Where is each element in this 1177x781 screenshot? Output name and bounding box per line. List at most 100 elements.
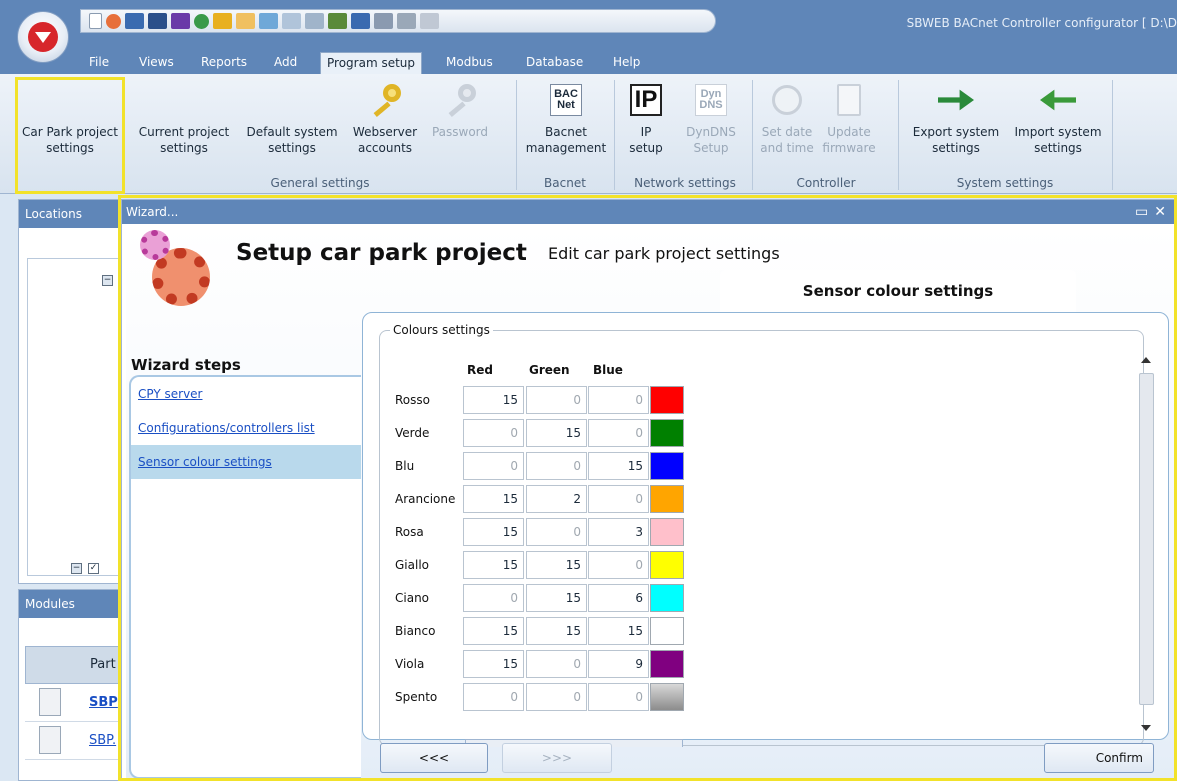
colour-swatch [650,419,684,447]
tree-collapse-icon[interactable]: − [71,563,82,574]
wizard-body: Setup car park project Edit car park pro… [126,226,1174,779]
menu-file[interactable]: File [83,52,115,74]
confirm-button[interactable]: Confirm [1044,743,1154,773]
app-logo-icon[interactable] [17,11,69,63]
colour-g-input[interactable]: 15 [526,617,587,645]
colour-r-input[interactable]: 15 [463,485,524,513]
column-header-part[interactable]: Part [90,657,116,672]
set-date-time-button[interactable]: Set date and time [758,80,816,156]
refresh-icon[interactable] [194,13,209,29]
colour-b-input[interactable]: 3 [588,518,649,546]
colour-r-input[interactable]: 0 [463,452,524,480]
window-title: SBWEB BACnet Controller configurator [ D… [906,16,1177,30]
colour-b-input[interactable]: 0 [588,386,649,414]
menu-database[interactable]: Database [520,52,589,74]
colour-name-label: Rosso [395,393,430,407]
table-row[interactable]: SBP. [25,722,122,760]
colour-b-input[interactable]: 15 [588,452,649,480]
module-link[interactable]: SBP [89,695,118,710]
colour-g-input[interactable]: 0 [526,386,587,414]
import-system-settings-button[interactable]: Import system settings [1008,80,1108,156]
dyndns-setup-button[interactable]: Dyn DNS DynDNS Setup [678,80,744,156]
colour-r-input[interactable]: 15 [463,386,524,414]
forward-icon[interactable] [213,13,232,29]
ip-icon: IP [630,84,662,116]
colour-g-input[interactable]: 15 [526,551,587,579]
topology-icon[interactable] [328,13,347,29]
colour-g-input[interactable]: 2 [526,485,587,513]
menu-views[interactable]: Views [133,52,180,74]
topology-blue-icon[interactable] [351,13,370,29]
step-sensor-colour-settings[interactable]: Sensor colour settings [131,445,361,479]
menu-help[interactable]: Help [607,52,646,74]
tree-icon[interactable] [282,13,301,29]
menu-add[interactable]: Add [268,52,303,74]
colour-g-input[interactable]: 15 [526,419,587,447]
default-system-settings-button[interactable]: Default system settings [240,80,344,156]
update-firmware-button[interactable]: Update firmware [816,80,882,156]
colour-b-input[interactable]: 15 [588,617,649,645]
colour-b-input[interactable]: 6 [588,584,649,612]
restore-icon[interactable]: ▭ [1135,204,1154,220]
next-button[interactable]: >>> [502,743,612,773]
network-icon[interactable] [259,13,278,29]
save-all-icon[interactable] [148,13,167,29]
edit-icon[interactable] [171,13,190,29]
colour-r-input[interactable]: 0 [463,584,524,612]
colour-g-input[interactable]: 0 [526,683,587,711]
checkbox-icon[interactable]: ✓ [88,563,99,574]
colour-b-input[interactable]: 0 [588,419,649,447]
button-label: accounts [357,141,413,155]
colour-b-input[interactable]: 0 [588,683,649,711]
current-project-settings-button[interactable]: Current project settings [133,80,235,156]
bacnet-management-button[interactable]: BAC Net Bacnet management [524,80,608,156]
scroll-down-icon[interactable] [1141,725,1151,731]
colour-r-input[interactable]: 15 [463,650,524,678]
tools-icon[interactable] [420,13,439,29]
webserver-accounts-button[interactable]: Webserver accounts [346,80,424,156]
colour-r-input[interactable]: 0 [463,683,524,711]
colour-g-input[interactable]: 0 [526,518,587,546]
antenna-icon[interactable] [305,13,324,29]
menu-reports[interactable]: Reports [195,52,253,74]
car-park-project-settings-button[interactable]: Car Park project settings [20,80,120,156]
menu-program-setup[interactable]: Program setup [320,52,423,74]
colour-b-input[interactable]: 0 [588,551,649,579]
scrollbar-thumb[interactable] [1139,373,1154,705]
ribbon-separator [516,80,517,190]
module-link[interactable]: SBP. [89,733,116,748]
new-file-icon[interactable] [89,13,102,29]
password-button[interactable]: Password [426,80,494,140]
scroll-up-icon[interactable] [1141,357,1151,363]
colour-r-input[interactable]: 15 [463,551,524,579]
tab-sensor-colour-settings[interactable]: Sensor colour settings [720,270,1076,312]
colour-g-input[interactable]: 0 [526,452,587,480]
module-gray-icon[interactable] [397,13,416,29]
colour-r-input[interactable]: 15 [463,617,524,645]
colour-b-input[interactable]: 0 [588,485,649,513]
tree-collapse-icon[interactable]: − [102,275,113,286]
open-icon[interactable] [106,13,121,29]
colour-r-input[interactable]: 15 [463,518,524,546]
back-button[interactable]: <<< [380,743,488,773]
step-configurations-list[interactable]: Configurations/controllers list [131,411,361,445]
firmware-icon [837,84,861,116]
ip-setup-button[interactable]: IP IP setup [625,80,667,156]
close-icon[interactable]: ✕ [1154,204,1172,220]
colour-g-input[interactable]: 15 [526,584,587,612]
table-row[interactable]: SBP [25,684,122,722]
step-cpy-server[interactable]: CPY server [131,377,361,411]
menu-modbus[interactable]: Modbus [440,52,499,74]
colour-g-input[interactable]: 0 [526,650,587,678]
colour-b-input[interactable]: 9 [588,650,649,678]
button-label: Default system [246,125,338,139]
locations-tree[interactable]: − − ✓ [27,258,122,576]
colour-name-label: Bianco [395,624,436,638]
vertical-scrollbar[interactable] [1137,353,1156,735]
import-icon[interactable] [236,13,255,29]
module-icon[interactable] [374,13,393,29]
save-icon[interactable] [125,13,144,29]
colour-r-input[interactable]: 0 [463,419,524,447]
export-system-settings-button[interactable]: Export system settings [904,80,1008,156]
import-icon [1040,87,1076,113]
